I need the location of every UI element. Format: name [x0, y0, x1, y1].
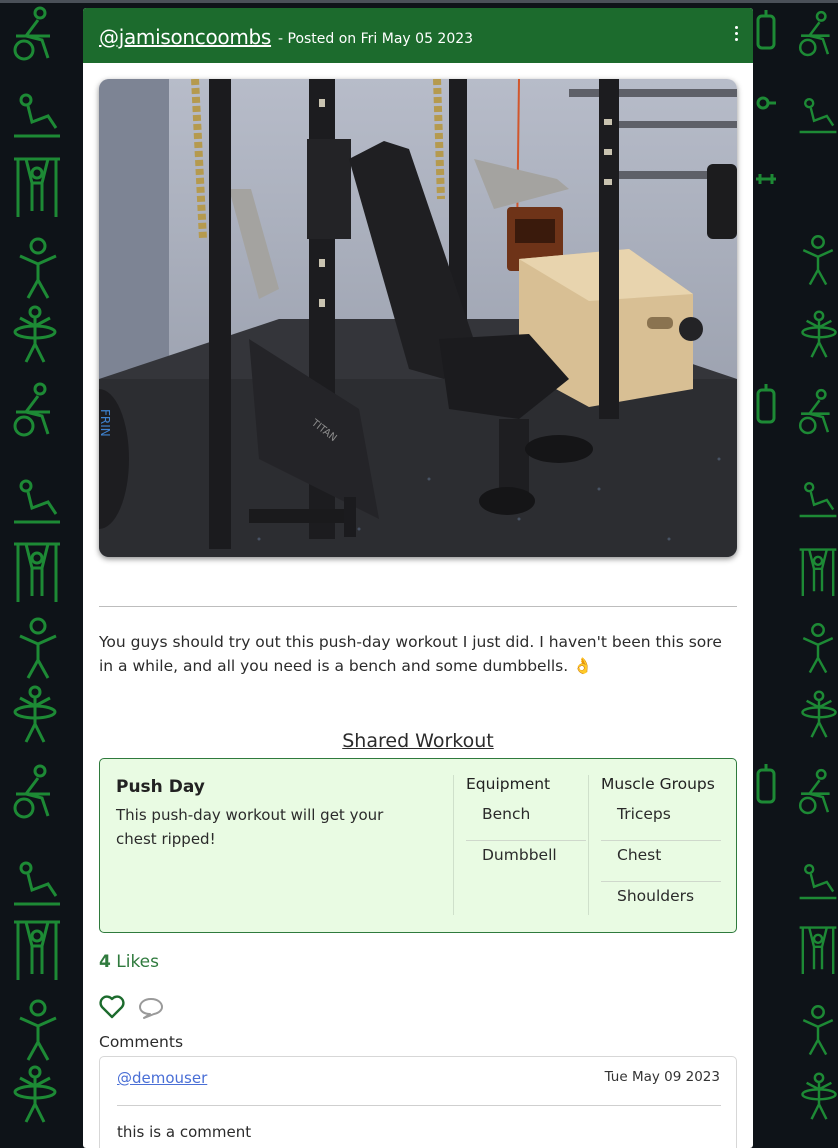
- post-card: @jamisoncoombs - Posted on Fri May 05 20…: [83, 8, 753, 1148]
- post-photo: FRIN TITAN: [99, 79, 737, 557]
- hula-hoop-icon: [12, 684, 58, 744]
- pullup-icon: [12, 155, 62, 219]
- jumping-jack-icon: [800, 998, 836, 1062]
- situp-icon: [12, 860, 62, 908]
- exercise-bike-icon: [796, 6, 838, 62]
- jumping-jack-icon: [800, 616, 836, 680]
- pullup-icon: [12, 918, 62, 982]
- hula-hoop-icon: [800, 304, 838, 364]
- muscle-group-item: Triceps: [601, 801, 721, 841]
- shared-workout-card[interactable]: Push Day This push-day workout will get …: [99, 758, 737, 933]
- workout-name: Push Day: [116, 777, 205, 797]
- exercise-bike-icon: [796, 384, 838, 440]
- exercise-bike-icon: [10, 382, 60, 438]
- likes-count: 4 Likes: [99, 952, 159, 972]
- hula-hoop-icon: [800, 684, 838, 744]
- punching-bag-icon: [756, 10, 776, 50]
- comment-text: this is a comment: [117, 1123, 252, 1141]
- post-author-link[interactable]: @jamisoncoombs: [99, 25, 271, 49]
- photo-plate-text: FRIN: [99, 409, 112, 437]
- comment-divider: [117, 1105, 721, 1106]
- post-header: @jamisoncoombs - Posted on Fri May 05 20…: [83, 8, 753, 63]
- more-vertical-icon[interactable]: [733, 26, 739, 44]
- equipment-item: Bench: [466, 801, 586, 841]
- jumping-jack-icon: [16, 236, 60, 300]
- hula-hoop-icon: [12, 1064, 58, 1124]
- muscle-group-item: Shoulders: [617, 887, 695, 905]
- situp-icon: [12, 478, 62, 526]
- situp-icon: [12, 92, 62, 140]
- equipment-list: Bench Dumbbell: [466, 801, 586, 883]
- jumping-jack-icon: [16, 998, 60, 1062]
- pullup-icon: [798, 918, 838, 982]
- comments-heading: Comments: [99, 1033, 184, 1051]
- muscle-groups-header: Muscle Groups: [601, 775, 715, 793]
- heart-icon[interactable]: [99, 995, 125, 1019]
- content-divider: [99, 606, 737, 607]
- exercise-bike-icon: [10, 764, 60, 820]
- comment-icon[interactable]: [138, 997, 164, 1019]
- dumbbell-icon: [756, 96, 776, 110]
- comment-date: Tue May 09 2023: [604, 1069, 720, 1085]
- hula-hoop-icon: [800, 1066, 838, 1126]
- column-divider: [588, 775, 589, 915]
- likes-label: Likes: [116, 952, 159, 972]
- jumping-jack-icon: [16, 616, 60, 680]
- column-divider: [453, 775, 454, 915]
- comment-card: @demouser Tue May 09 2023 this is a comm…: [99, 1056, 737, 1148]
- comment-author-link[interactable]: @demouser: [117, 1069, 207, 1087]
- equipment-header: Equipment: [466, 775, 551, 793]
- exercise-bike-icon: [796, 764, 838, 820]
- likes-number: 4: [99, 952, 111, 972]
- muscle-groups-list: Triceps Chest Shoulders: [601, 801, 721, 924]
- post-body: You guys should try out this push-day wo…: [99, 633, 722, 675]
- pullup-icon: [798, 540, 838, 604]
- pullup-icon: [12, 540, 62, 604]
- workout-description: This push-day workout will get your ches…: [116, 806, 384, 848]
- browser-top-bar: [0, 0, 838, 3]
- shared-workout-heading[interactable]: Shared Workout: [83, 730, 753, 752]
- situp-icon: [798, 858, 838, 906]
- hula-hoop-icon: [12, 304, 58, 364]
- situp-icon: [798, 476, 838, 524]
- jumping-jack-icon: [800, 228, 836, 292]
- situp-icon: [798, 92, 838, 140]
- dumbbell-icon: [756, 172, 776, 186]
- punching-bag-icon: [756, 384, 776, 424]
- posted-date: - Posted on Fri May 05 2023: [278, 31, 474, 47]
- punching-bag-icon: [756, 764, 776, 804]
- exercise-bike-icon: [10, 6, 60, 62]
- muscle-group-item: Chest: [601, 842, 721, 882]
- equipment-item: Dumbbell: [482, 846, 557, 864]
